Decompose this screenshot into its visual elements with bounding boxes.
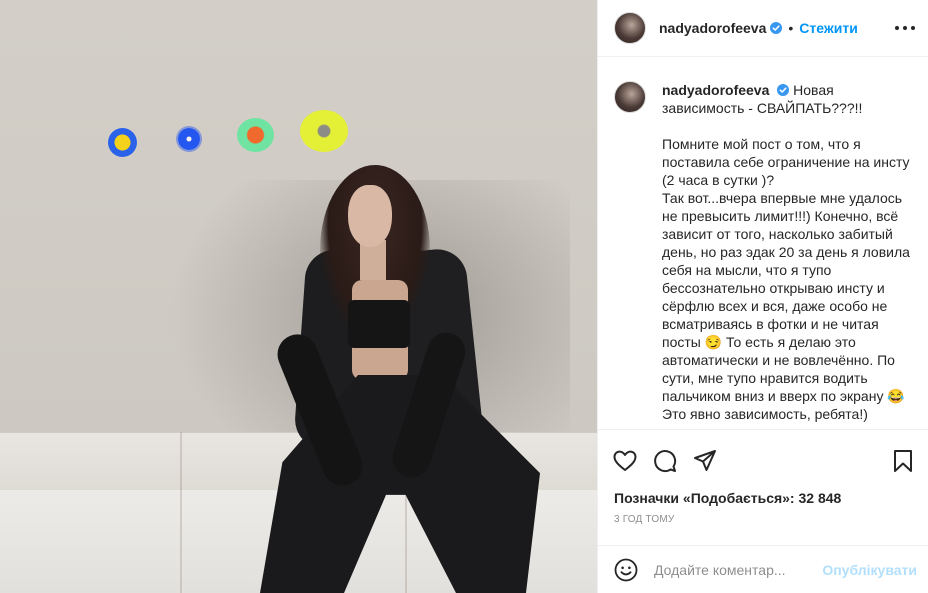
likes-summary[interactable]: Позначки «Подобається»: 32 848 (614, 490, 841, 506)
instagram-post: nadyadorofeeva • Стежити nadyadorofeeva (0, 0, 928, 593)
post-side-panel: nadyadorofeeva • Стежити nadyadorofeeva (597, 0, 928, 593)
caption-row: nadyadorofeeva Новая зависимость - СВАЙП… (614, 81, 917, 429)
caption-username[interactable]: nadyadorofeeva (662, 82, 769, 98)
smiley-icon[interactable] (614, 558, 638, 582)
header-username[interactable]: nadyadorofeeva (659, 20, 766, 36)
comment-bar: Опублікувати (598, 545, 928, 593)
crop-top (348, 300, 410, 348)
separator-dot: • (788, 20, 794, 36)
more-dot (903, 26, 907, 30)
comment-icon[interactable] (652, 448, 678, 474)
more-dot (895, 26, 899, 30)
paper-plane-icon[interactable] (692, 448, 718, 474)
comment-input[interactable] (654, 561, 814, 578)
caption-text: nadyadorofeeva Новая зависимость - СВАЙП… (662, 81, 917, 429)
caption-body: Помните мой пост о том, что я поставила … (662, 136, 910, 429)
bookmark-icon[interactable] (890, 448, 916, 474)
action-icons (598, 430, 928, 490)
verified-badge-icon (777, 84, 790, 96)
likes-label: Позначки «Подобається»: (614, 490, 795, 506)
more-dot (911, 26, 915, 30)
publish-button[interactable]: Опублікувати (822, 562, 917, 578)
face (348, 185, 392, 247)
caption-avatar[interactable] (614, 81, 646, 113)
more-horizontal-icon[interactable] (895, 20, 915, 36)
heart-icon[interactable] (612, 448, 638, 474)
verified-badge-icon (770, 22, 783, 34)
caption-scroll-area[interactable]: nadyadorofeeva Новая зависимость - СВАЙП… (598, 57, 928, 429)
post-actions (598, 429, 928, 490)
avatar[interactable] (614, 12, 646, 44)
photo-subject (0, 0, 597, 593)
follow-button[interactable]: Стежити (799, 20, 858, 36)
post-photo[interactable] (0, 0, 597, 593)
post-timestamp[interactable]: 3 год тому (614, 514, 674, 525)
likes-count: 32 848 (798, 490, 842, 506)
post-header: nadyadorofeeva • Стежити (598, 0, 928, 57)
